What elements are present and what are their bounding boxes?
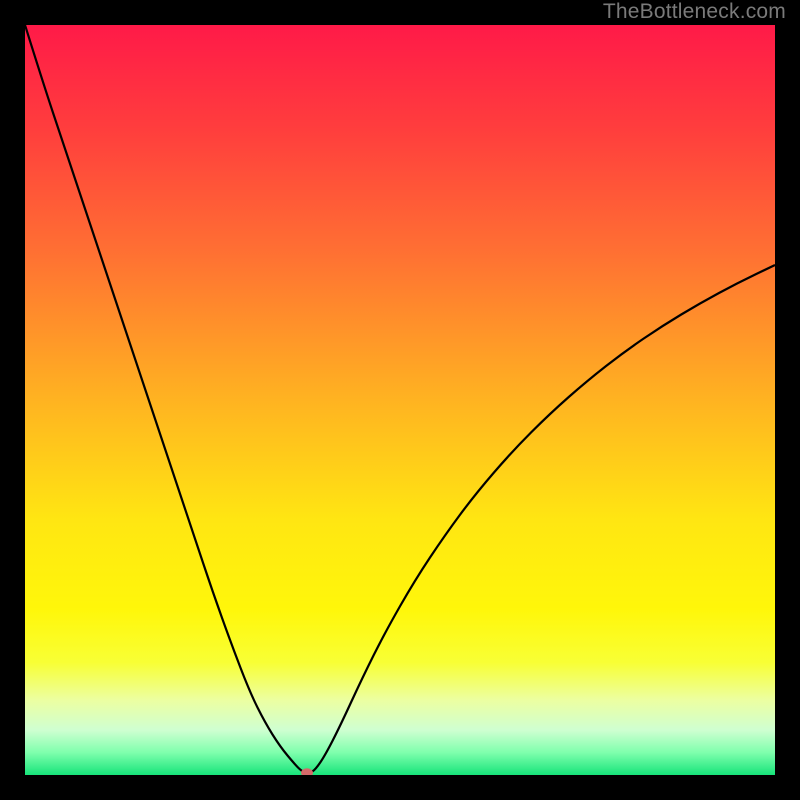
chart-frame — [25, 25, 775, 775]
chart-wrapper: TheBottleneck.com — [0, 0, 800, 800]
plot-svg — [25, 25, 775, 775]
bottleneck-curve — [25, 25, 775, 773]
optimal-point-marker — [301, 768, 313, 775]
watermark-text: TheBottleneck.com — [603, 0, 786, 24]
